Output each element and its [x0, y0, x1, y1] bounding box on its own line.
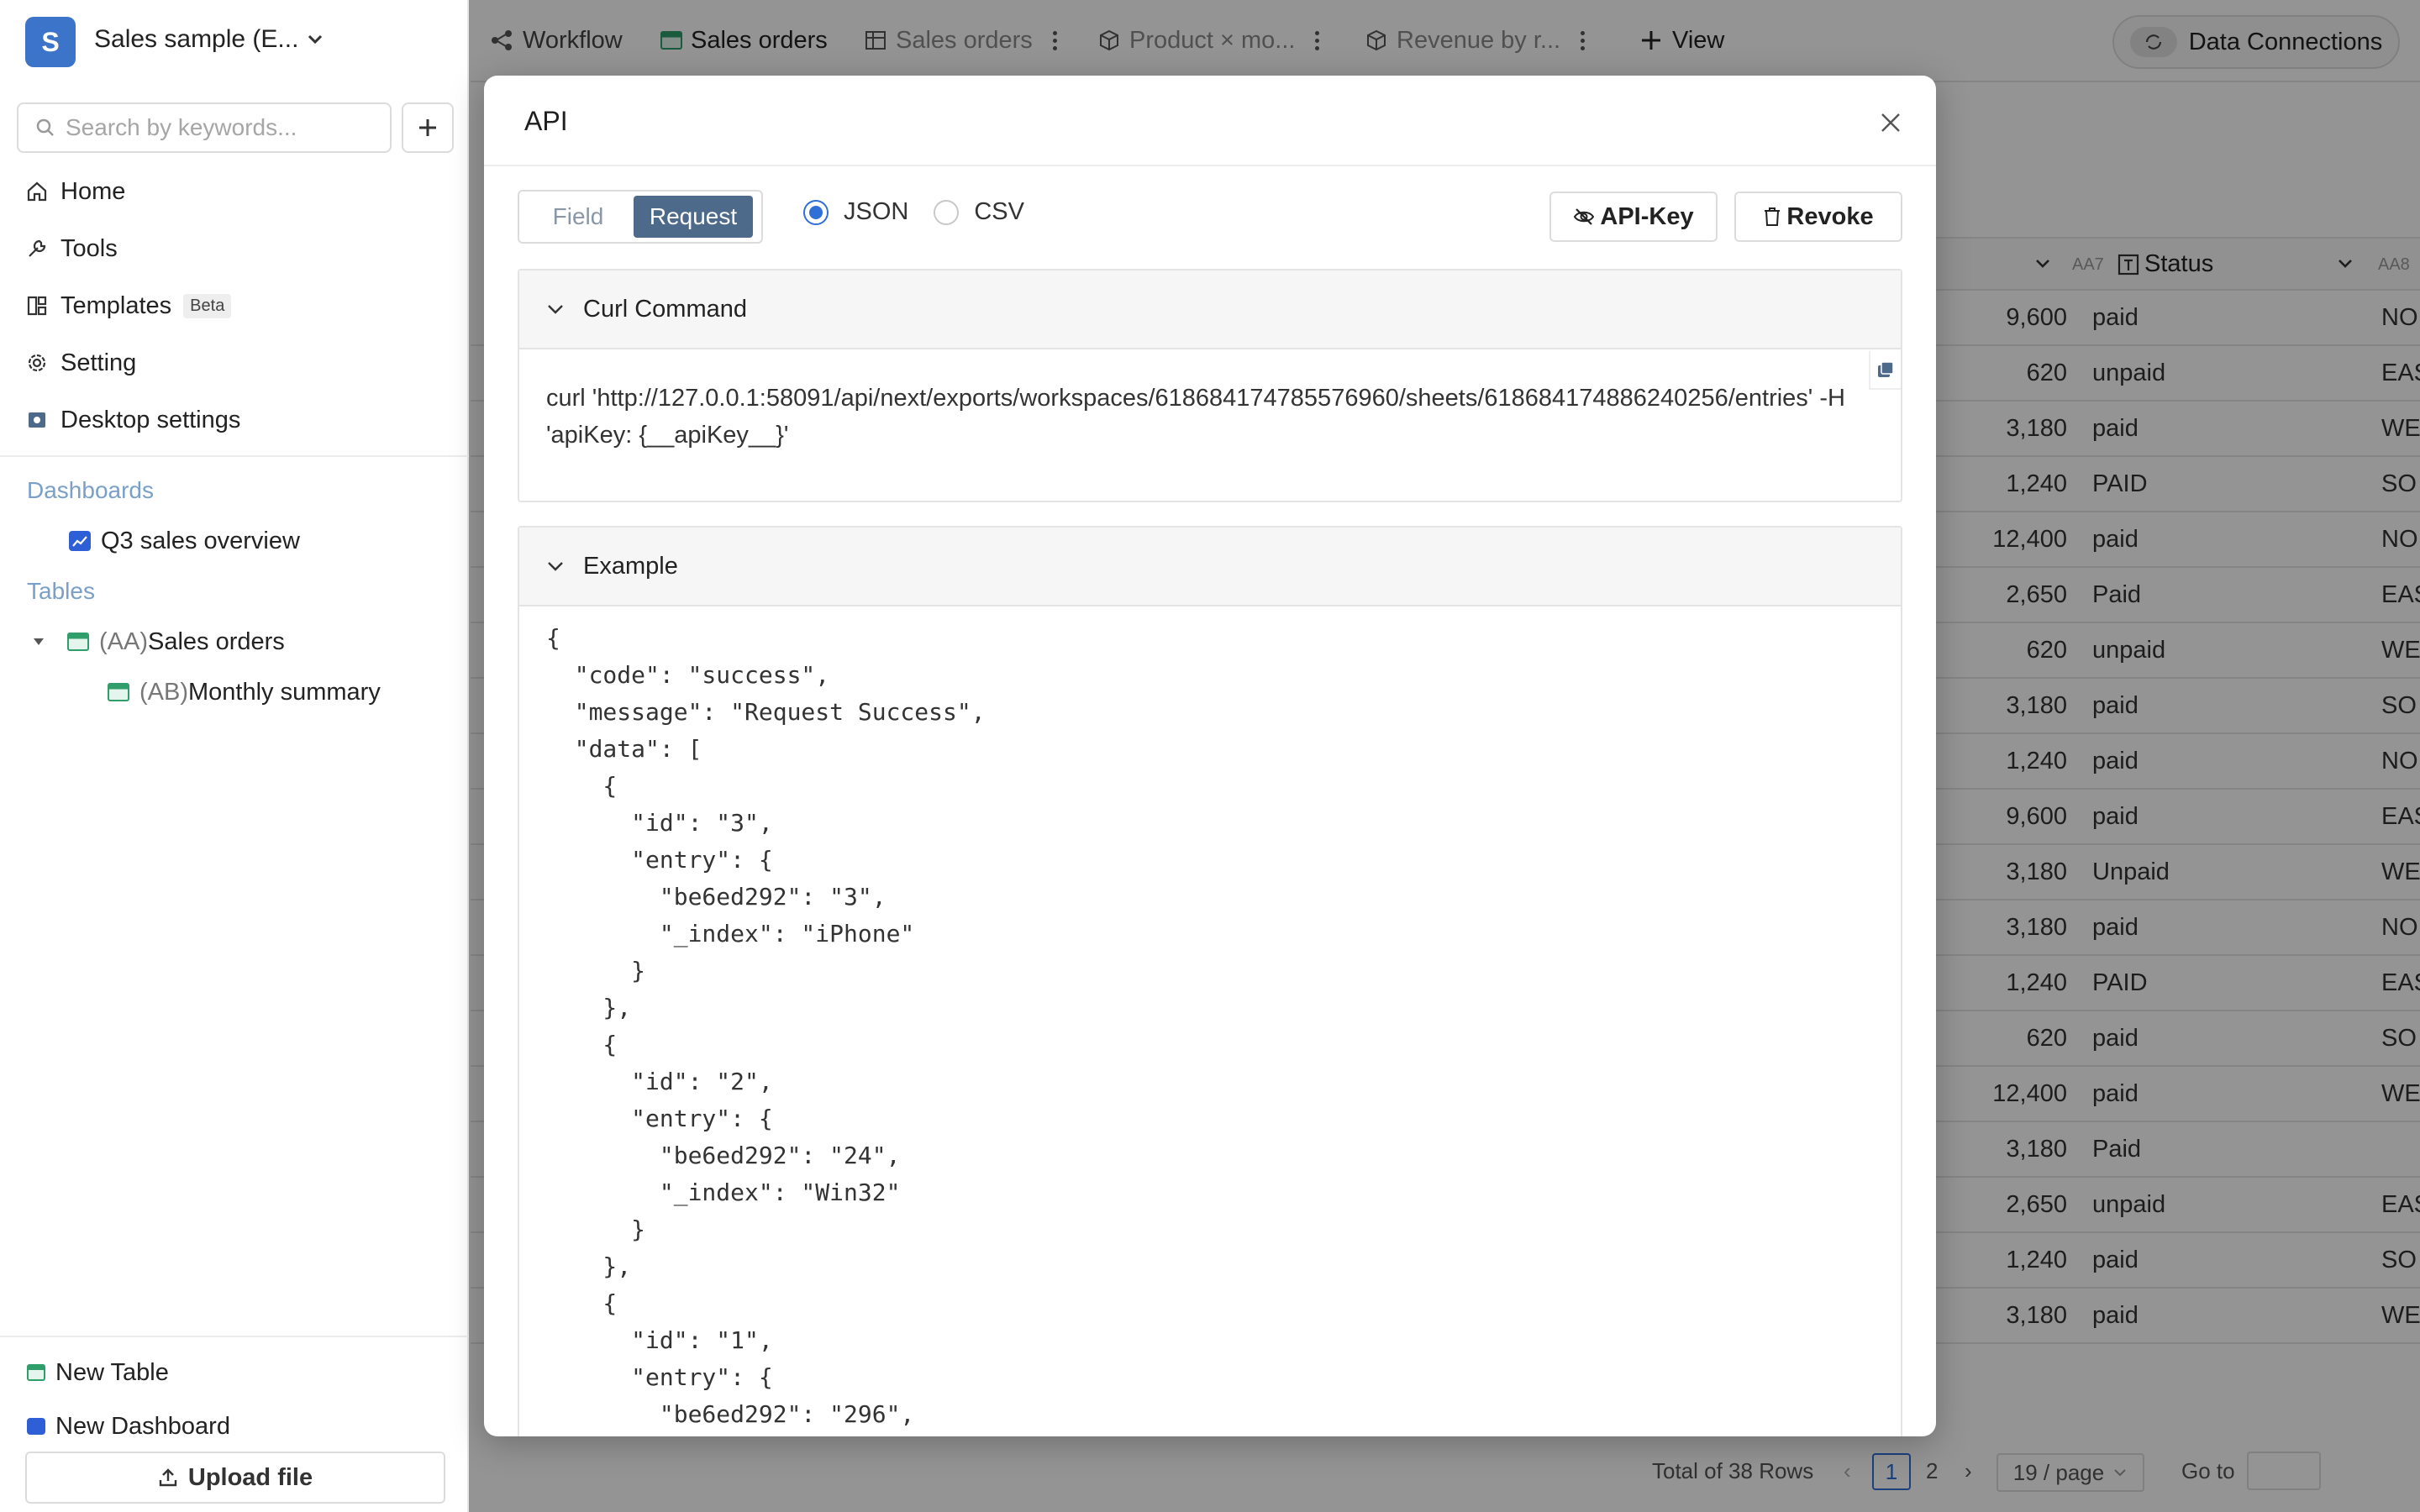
close-button[interactable]: [1874, 106, 1907, 139]
close-icon: [1881, 113, 1900, 132]
nav-desktop-settings[interactable]: Desktop settings: [25, 403, 240, 437]
nav-setting[interactable]: Setting: [25, 346, 136, 380]
upload-icon: [159, 1468, 177, 1487]
radio-json[interactable]: [803, 199, 829, 225]
dashboard-icon: [27, 1418, 45, 1435]
example-title: Example: [583, 552, 678, 580]
search-icon: [36, 118, 54, 136]
api-modal: API Field Request JSON CSV API-Key Revok…: [484, 76, 1936, 1436]
search-box: [17, 102, 392, 153]
api-key-button[interactable]: API-Key: [1549, 192, 1718, 242]
curl-command-text[interactable]: curl 'http://127.0.0.1:58091/api/next/ex…: [546, 380, 1857, 454]
plus-icon: [419, 119, 436, 136]
sidebar-divider: [0, 1336, 469, 1337]
workspace-name: Sales sample (E...: [94, 25, 299, 53]
new-table-label: New Table: [55, 1358, 169, 1386]
example-panel: Example { "code": "success", "message": …: [518, 526, 1902, 1436]
desktop-icon: [25, 408, 49, 432]
caret-down-icon[interactable]: [30, 635, 47, 648]
new-dashboard-label: New Dashboard: [55, 1412, 230, 1440]
nav-label: Home: [60, 177, 126, 205]
table-prefix: (AA): [99, 627, 148, 655]
mode-segmented-control: Field Request: [518, 190, 763, 244]
table-label: Sales orders: [148, 627, 285, 655]
nav-label: Setting: [60, 349, 137, 376]
wrench-icon: [25, 237, 49, 260]
table-icon: [27, 1364, 45, 1381]
table-label: Monthly summary: [188, 678, 381, 706]
table-icon: [108, 683, 129, 701]
format-radio-group: JSON CSV: [803, 198, 1024, 226]
modal-divider: [484, 165, 1936, 166]
sidebar-item-sales-orders[interactable]: (AA)Sales orders: [30, 625, 285, 659]
nav-label: Tools: [60, 234, 118, 262]
revoke-button[interactable]: Revoke: [1734, 192, 1902, 242]
sidebar: S Sales sample (E... Home Tools Template…: [0, 0, 469, 1512]
curl-panel-header[interactable]: Curl Command: [519, 270, 1901, 349]
revoke-label: Revoke: [1786, 202, 1874, 230]
example-panel-header[interactable]: Example: [519, 528, 1901, 606]
upload-label: Upload file: [187, 1463, 313, 1491]
gear-icon: [25, 351, 49, 375]
sidebar-divider: [0, 455, 469, 457]
radio-csv-label[interactable]: CSV: [974, 198, 1024, 226]
sidebar-item-monthly-summary[interactable]: (AB)Monthly summary: [108, 675, 381, 709]
new-dashboard-button[interactable]: New Dashboard: [27, 1410, 230, 1443]
curl-panel: Curl Command curl 'http://127.0.0.1:5809…: [518, 269, 1902, 502]
upload-file-button[interactable]: Upload file: [25, 1452, 445, 1504]
modal-title: API: [524, 106, 568, 136]
segment-field[interactable]: Field: [523, 196, 634, 238]
chevron-down-icon: [308, 34, 323, 45]
dashboard-icon: [69, 531, 91, 551]
copy-button[interactable]: [1869, 351, 1901, 390]
segment-request[interactable]: Request: [634, 196, 753, 238]
beta-badge: Beta: [183, 293, 232, 318]
example-code-block[interactable]: { "code": "success", "message": "Request…: [546, 620, 986, 1433]
home-icon: [25, 180, 49, 203]
table-icon: [67, 633, 89, 651]
dashboards-title: Dashboards: [27, 477, 154, 503]
nav-home[interactable]: Home: [25, 175, 125, 208]
template-icon: [25, 294, 49, 318]
new-table-button[interactable]: New Table: [27, 1356, 169, 1389]
tables-title: Tables: [27, 578, 95, 604]
add-button[interactable]: [402, 102, 454, 153]
chevron-down-icon: [548, 305, 563, 314]
workspace-switcher[interactable]: Sales sample (E...: [94, 25, 324, 54]
workspace-avatar[interactable]: S: [25, 17, 76, 67]
eye-off-icon: [1574, 208, 1595, 225]
dashboard-label: Q3 sales overview: [101, 527, 300, 554]
radio-csv[interactable]: [934, 199, 960, 225]
nav-label: Templates: [60, 291, 172, 319]
chevron-down-icon: [548, 562, 563, 571]
nav-label: Desktop settings: [60, 406, 241, 433]
curl-title: Curl Command: [583, 295, 747, 323]
sidebar-item-dashboard[interactable]: Q3 sales overview: [69, 524, 300, 558]
table-prefix: (AB): [139, 678, 188, 706]
api-key-label: API-Key: [1600, 202, 1694, 230]
search-input[interactable]: [66, 114, 376, 141]
nav-tools[interactable]: Tools: [25, 232, 118, 265]
nav-templates[interactable]: Templates Beta: [25, 289, 232, 323]
copy-icon: [1878, 361, 1894, 377]
radio-json-label[interactable]: JSON: [844, 198, 908, 226]
trash-icon: [1765, 207, 1781, 226]
